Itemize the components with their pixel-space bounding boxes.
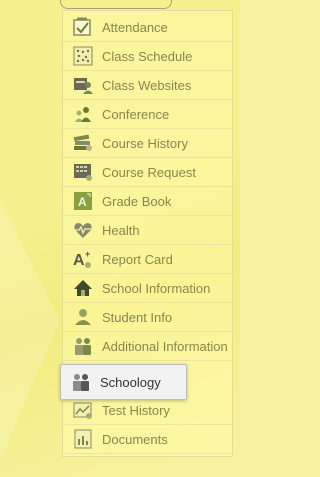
documents-icon [72,428,94,450]
menu-item-attendance[interactable]: Attendance [63,13,234,42]
navigation-menu: Attendance Class Schedule Class Websites [60,10,234,457]
test-chart-icon [72,399,94,421]
menu-item-additional-information[interactable]: Additional Information [63,332,234,361]
menu-item-grade-book[interactable]: A Grade Book [63,187,234,216]
background-shape [0,200,60,460]
menu-item-school-information[interactable]: School Information [63,274,234,303]
menu-item-label: Attendance [102,19,168,35]
menu-item-health[interactable]: Health [63,216,234,245]
menu-item-schoology[interactable]: Schoology [60,364,187,400]
website-user-icon [72,74,94,96]
menu-item-label: School Information [102,280,211,296]
menu-item-student-info[interactable]: Student Info [63,303,234,332]
menu-item-label: Health [102,222,140,238]
menu-item-class-schedule[interactable]: Class Schedule [63,42,234,71]
menu-item-label: Schoology [100,374,161,390]
menu-item-label: Grade Book [102,193,172,209]
heart-pulse-icon [72,219,94,241]
menu-item-label: Course Request [102,164,196,180]
menu-item-label: Test History [102,402,170,418]
menu-item-label: Additional Information [102,338,228,354]
calendar-dots-icon [72,45,94,67]
menu-item-label: Student Info [102,309,173,325]
keyboard-icon [72,161,94,183]
menu-tab-edge [60,0,172,9]
menu-item-label: Course History [102,135,188,151]
menu-item-label: Class Schedule [102,48,193,64]
menu-item-conference[interactable]: Conference [63,100,234,129]
checkbox-icon [72,16,94,38]
menu-item-label: Report Card [102,251,173,267]
menu-item-report-card[interactable]: A + Report Card [63,245,234,274]
school-house-icon [72,277,94,299]
people-icon [72,335,94,357]
people-icon [70,371,92,393]
svg-text:A: A [73,252,85,269]
menu-item-test-history[interactable]: Test History [63,396,234,425]
menu-item-course-request[interactable]: Course Request [63,158,234,187]
a-plus-icon: A + [72,248,94,270]
menu-item-label: Documents [102,431,168,447]
menu-item-documents[interactable]: Documents [63,425,234,454]
student-icon [72,306,94,328]
menu-item-class-websites[interactable]: Class Websites [63,71,234,100]
grade-book-icon: A [72,190,94,212]
svg-text:+: + [85,249,90,259]
svg-text:A: A [78,195,87,209]
menu-item-label: Class Websites [102,77,192,93]
menu-item-course-history[interactable]: Course History [63,129,234,158]
conference-people-icon [72,103,94,125]
menu-item-label: Conference [102,106,170,122]
books-icon [72,132,94,154]
